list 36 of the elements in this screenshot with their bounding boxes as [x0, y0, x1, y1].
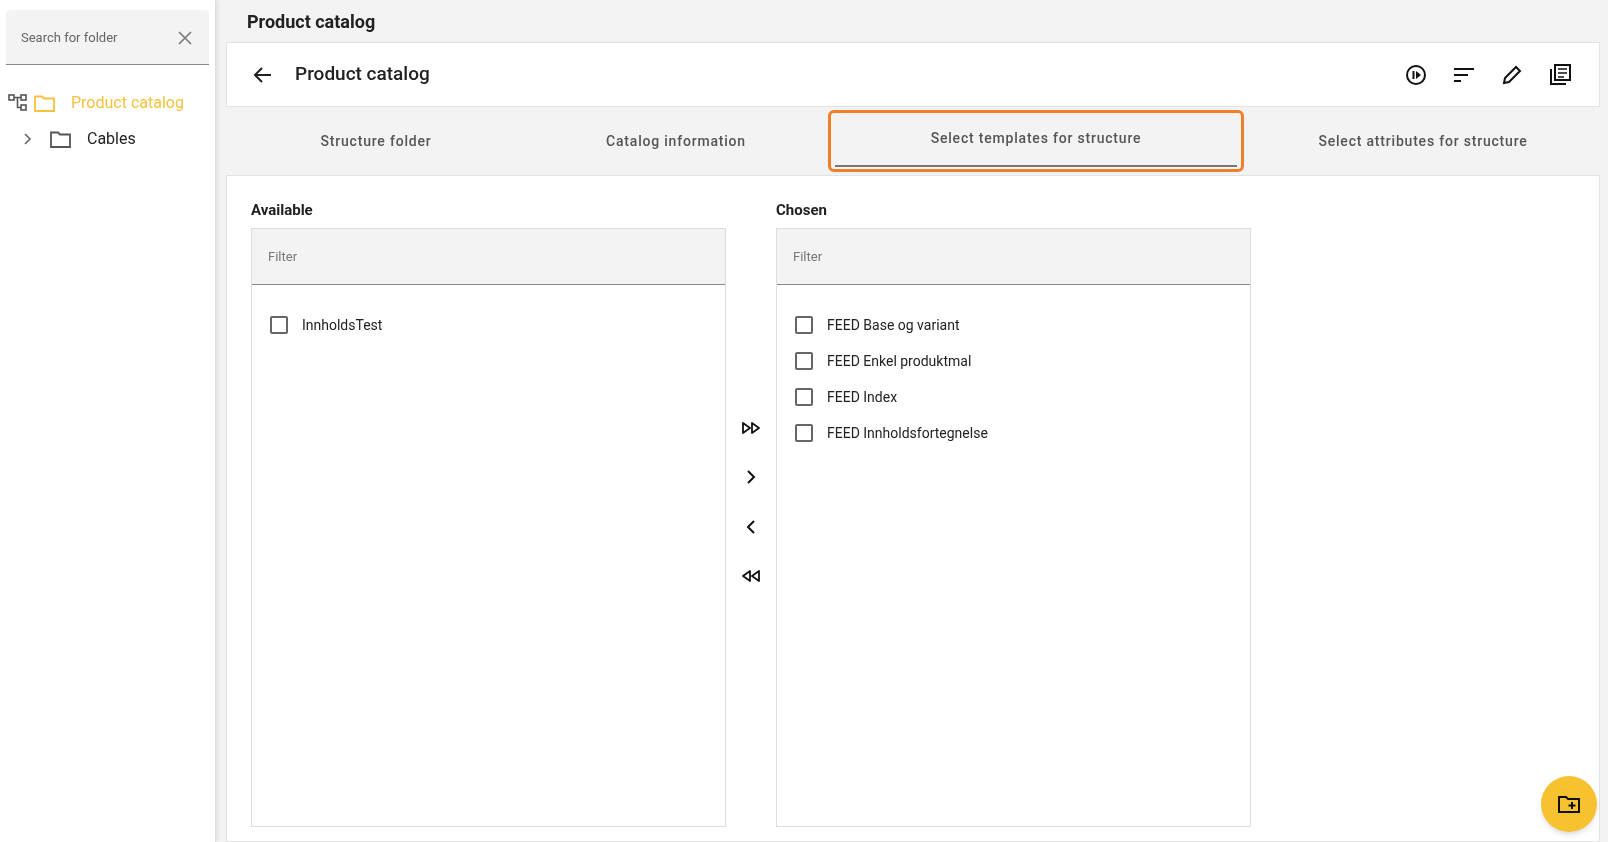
hierarchy-icon — [8, 94, 28, 112]
folder-search-field[interactable]: Search for folder — [6, 10, 209, 65]
move-all-right-icon[interactable] — [742, 421, 760, 434]
checkbox[interactable] — [270, 316, 288, 334]
play-circle-icon[interactable] — [1405, 63, 1427, 86]
folder-plus-icon — [1558, 795, 1580, 813]
list-item[interactable]: FEED Base og variant — [827, 314, 960, 336]
list-item[interactable]: FEED Enkel produktmal — [827, 350, 972, 372]
sort-icon[interactable] — [1453, 66, 1475, 83]
chevron-right-icon[interactable] — [746, 469, 756, 484]
checkbox[interactable] — [795, 388, 813, 406]
close-icon[interactable] — [177, 30, 193, 46]
tab[interactable]: Structure folder — [310, 110, 442, 172]
list-title: Chosen — [776, 199, 828, 221]
list-item[interactable]: InnholdsTest — [302, 314, 383, 336]
tab[interactable]: Select attributes for structure — [1308, 110, 1538, 172]
filter-field[interactable]: Filter — [252, 229, 725, 285]
move-all-left-icon[interactable] — [742, 569, 760, 582]
folder-icon — [50, 130, 71, 148]
chevron-left-icon[interactable] — [746, 519, 756, 534]
header-title: Product catalog — [295, 61, 430, 88]
list-item[interactable]: FEED Index — [827, 386, 898, 408]
list-item[interactable]: FEED Innholdsfortegnelse — [827, 422, 988, 444]
tab[interactable]: Select templates for structure — [828, 110, 1244, 172]
pencil-icon[interactable] — [1501, 63, 1523, 86]
checkbox[interactable] — [795, 424, 813, 442]
tab[interactable]: Catalog information — [596, 110, 756, 172]
document-list-icon[interactable] — [1549, 63, 1571, 86]
back-arrow-icon[interactable] — [253, 64, 273, 85]
checkbox[interactable] — [795, 352, 813, 370]
checkbox[interactable] — [795, 316, 813, 334]
list-title: Available — [251, 199, 314, 221]
page-title: Product catalog — [246, 9, 377, 34]
tree-item[interactable]: Cables — [87, 127, 136, 151]
folder-icon — [34, 94, 55, 112]
filter-field[interactable]: Filter — [777, 229, 1250, 285]
